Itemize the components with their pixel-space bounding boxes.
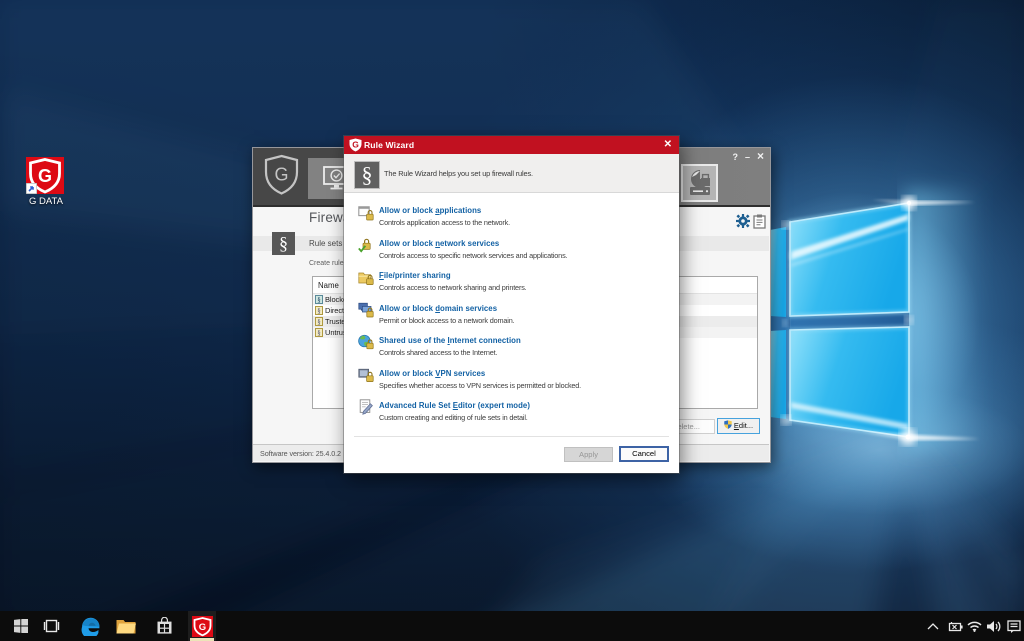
svg-text:§: §: [317, 307, 320, 315]
svg-text:G: G: [198, 622, 205, 633]
svg-text:§: §: [317, 329, 320, 337]
svg-text:§: §: [317, 296, 320, 304]
svg-text:G: G: [38, 166, 52, 186]
svg-text:G: G: [274, 165, 288, 185]
svg-text:§: §: [317, 318, 320, 326]
svg-text:G: G: [352, 140, 359, 150]
